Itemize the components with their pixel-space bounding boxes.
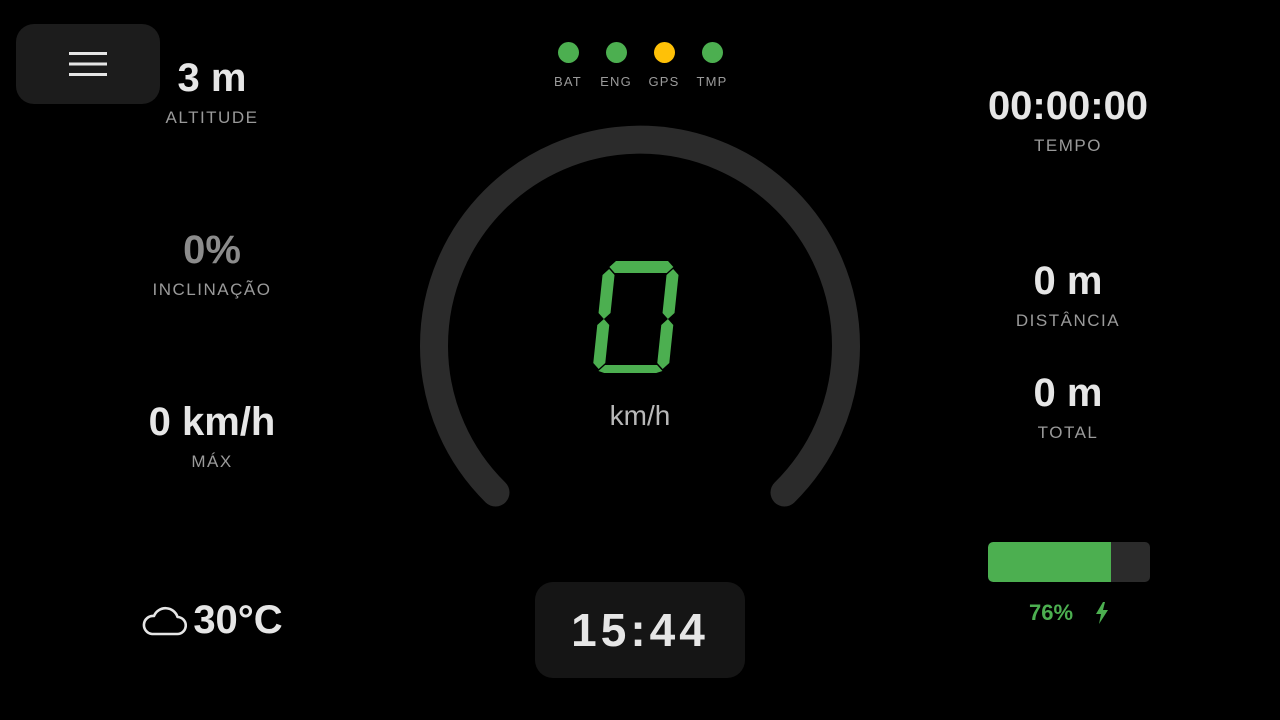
incline-metric: 0% INCLINAÇÃO bbox=[92, 226, 332, 300]
elapsed-time-metric: 00:00:00 TEMPO bbox=[948, 82, 1188, 156]
gauge-track bbox=[420, 125, 860, 507]
max-speed-metric: 0 km/h MÁX bbox=[92, 398, 332, 472]
speed-digit bbox=[593, 261, 679, 373]
status-label: ENG bbox=[600, 74, 632, 89]
status-lights: BAT ENG GPS TMP bbox=[548, 40, 732, 100]
weather-widget: 30°C bbox=[132, 590, 292, 650]
max-speed-value: 0 km/h bbox=[148, 400, 276, 444]
distance-label: DISTÂNCIA bbox=[1015, 311, 1121, 330]
battery-status: 76% bbox=[988, 598, 1150, 628]
status-dot bbox=[557, 42, 579, 63]
altitude-value: 3 m bbox=[177, 56, 247, 100]
elapsed-time-value: 00:00:00 bbox=[987, 84, 1149, 128]
segment-lower-right bbox=[657, 319, 674, 369]
segment-top bbox=[609, 261, 674, 273]
battery-bar bbox=[988, 542, 1150, 582]
clock: 15:44 bbox=[535, 582, 745, 678]
altitude-metric: 3 m ALTITUDE bbox=[92, 54, 332, 128]
status-light-tmp: TMP bbox=[692, 40, 732, 100]
incline-label: INCLINAÇÃO bbox=[152, 280, 272, 299]
status-label: BAT bbox=[554, 74, 582, 89]
status-dot bbox=[605, 42, 627, 63]
total-distance-value: 0 m bbox=[1033, 371, 1103, 415]
total-distance-metric: 0 m TOTAL bbox=[948, 369, 1188, 443]
status-light-bat: BAT bbox=[548, 40, 588, 100]
status-dot bbox=[653, 42, 675, 63]
temperature-value: 30°C bbox=[193, 597, 283, 642]
elapsed-time-label: TEMPO bbox=[1034, 136, 1102, 155]
cloud-icon bbox=[143, 606, 188, 636]
altitude-label: ALTITUDE bbox=[165, 108, 259, 127]
status-label: TMP bbox=[696, 74, 728, 89]
battery-percent: 76% bbox=[1028, 600, 1074, 625]
status-label: GPS bbox=[648, 74, 680, 89]
battery-fill bbox=[988, 542, 1112, 582]
status-light-gps: GPS bbox=[644, 40, 684, 100]
speed-gauge bbox=[420, 125, 860, 507]
speed-unit: km/h bbox=[609, 400, 671, 431]
status-dot bbox=[701, 42, 723, 63]
status-light-eng: ENG bbox=[596, 40, 636, 100]
lightning-bolt-icon bbox=[1096, 602, 1109, 624]
distance-metric: 0 m DISTÂNCIA bbox=[948, 257, 1188, 331]
incline-value: 0% bbox=[183, 228, 241, 272]
segment-upper-left bbox=[598, 269, 615, 319]
segment-upper-right bbox=[662, 269, 679, 319]
segment-lower-left bbox=[593, 319, 610, 369]
max-speed-label: MÁX bbox=[191, 452, 233, 471]
segment-bottom bbox=[598, 365, 663, 373]
distance-value: 0 m bbox=[1033, 259, 1103, 303]
total-distance-label: TOTAL bbox=[1037, 423, 1099, 442]
